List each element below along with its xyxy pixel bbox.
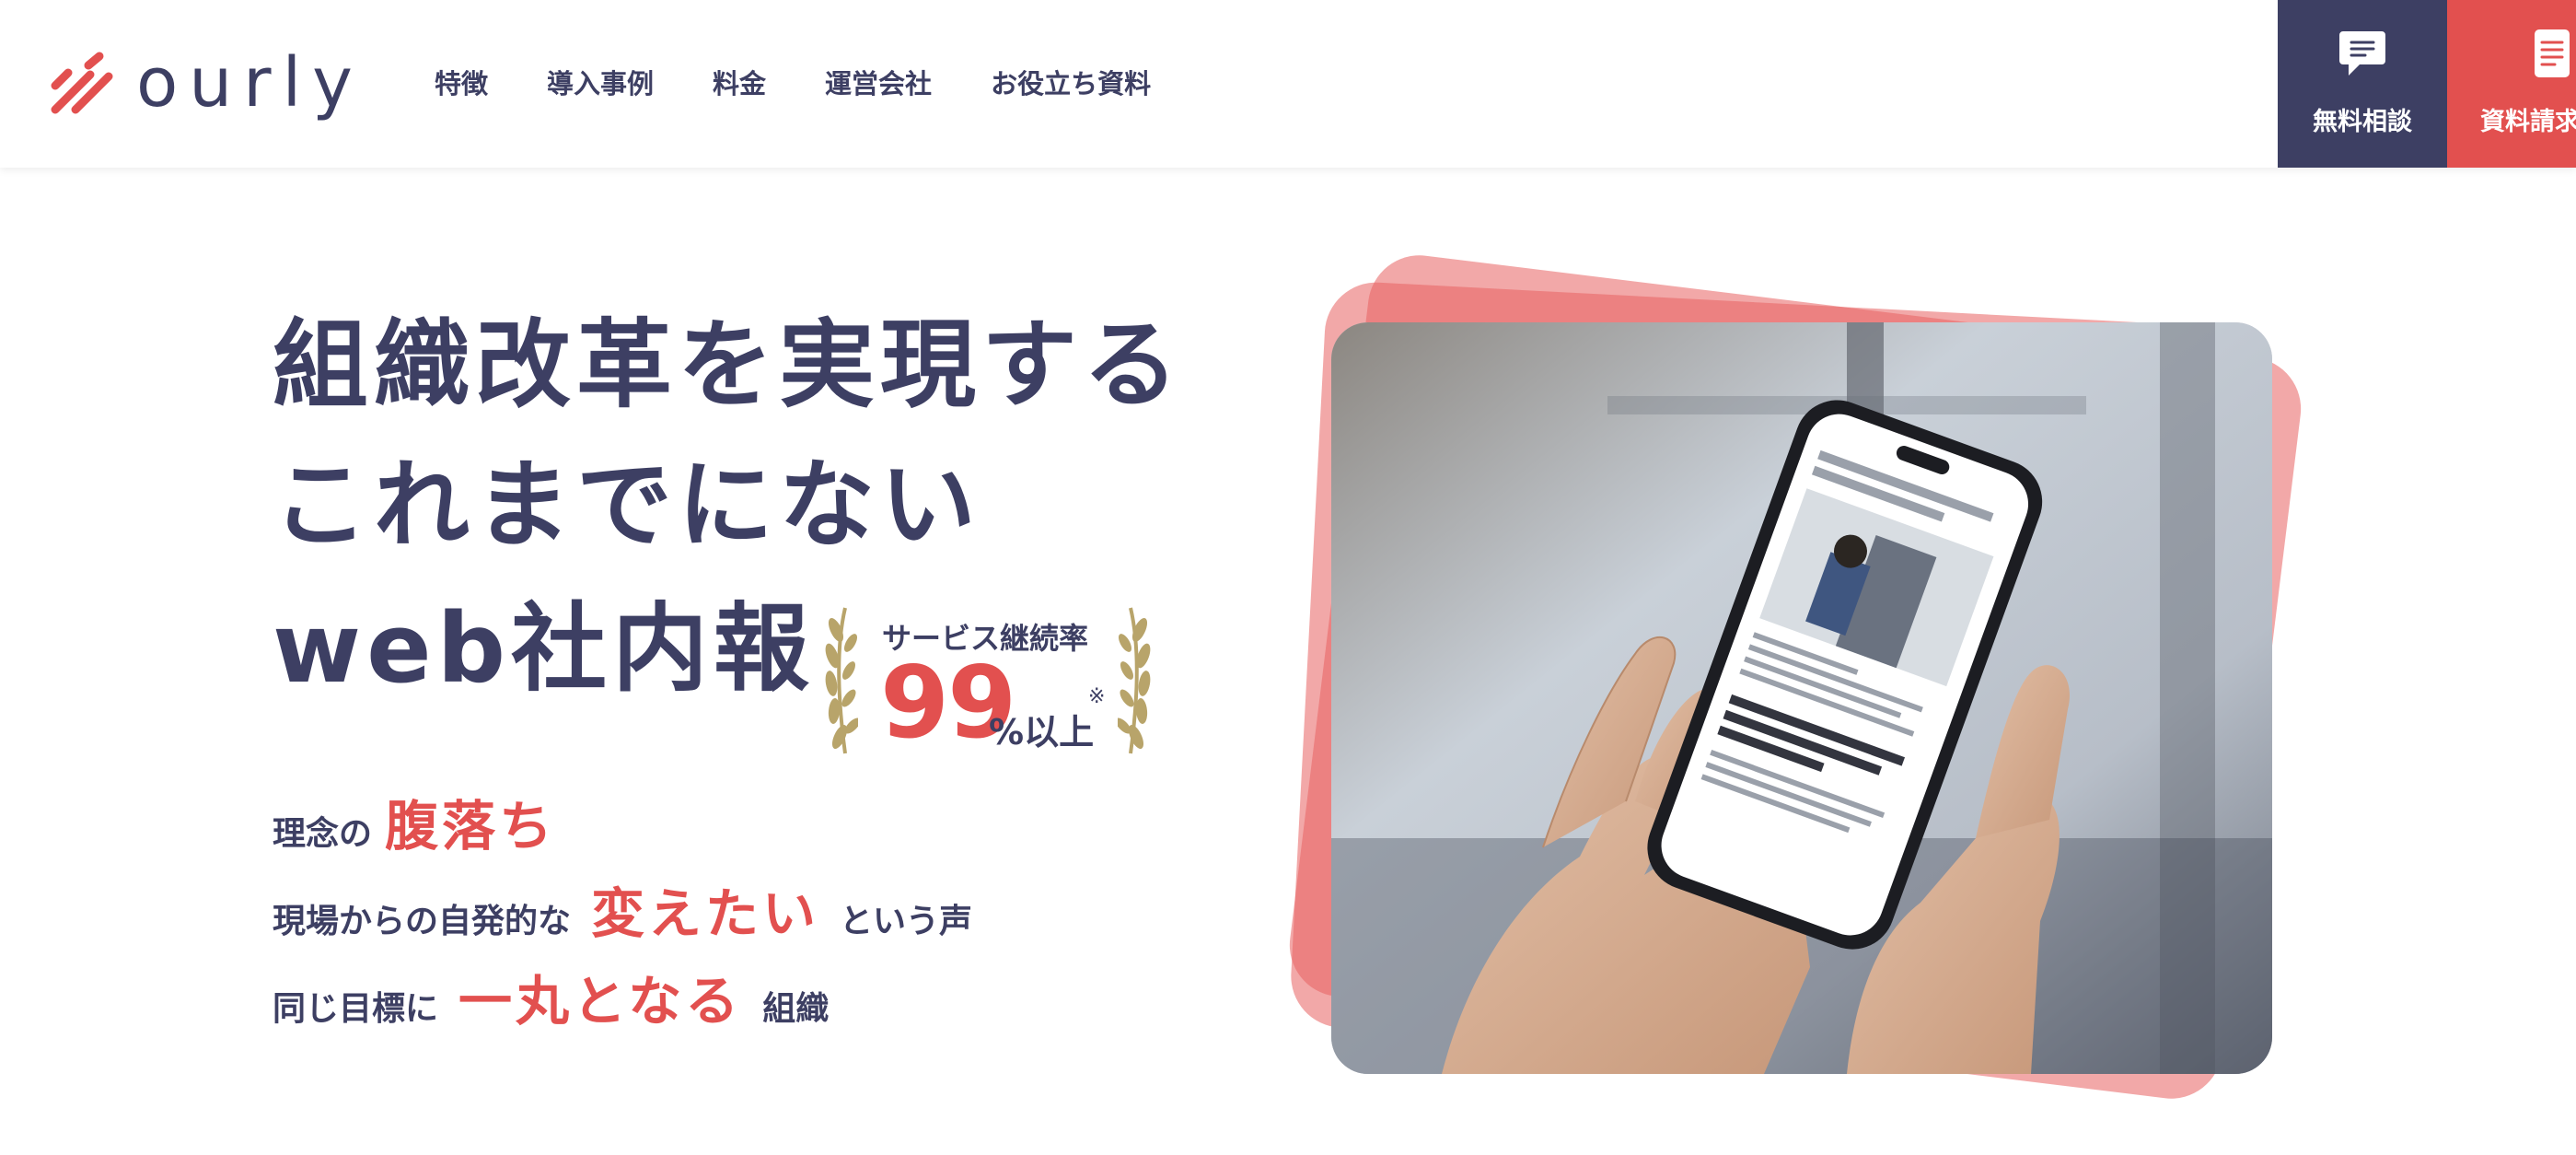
- phone-in-hands-illustration: [1331, 322, 2272, 1074]
- subcopy-line1: 理念の 腹落ち: [273, 783, 576, 860]
- subcopy2-post: という声: [840, 903, 973, 940]
- nav-company[interactable]: 運営会社: [825, 64, 932, 103]
- retention-badge: サービス継続率 99 %以上 ※: [818, 602, 1158, 770]
- document-icon: [2535, 29, 2570, 77]
- hero-headline-line3: web社内報: [273, 592, 816, 705]
- logo-text: ourly: [136, 43, 364, 122]
- subcopy-line3: 同じ目標に 一丸となる 組織: [273, 958, 829, 1035]
- logo-mark-icon: [51, 52, 113, 114]
- nav-resources[interactable]: お役立ち資料: [991, 64, 1151, 103]
- hero-headline-line1: 組織改革を実現する: [273, 309, 1185, 421]
- subcopy2-pre: 現場からの自発的な: [273, 903, 572, 940]
- main-nav: 特徴 導入事例 料金 運営会社 お役立ち資料: [435, 64, 1210, 103]
- subcopy3-emphasis: 一丸となる: [458, 970, 743, 1032]
- subcopy-line2: 現場からの自発的な 変えたい という声: [273, 870, 972, 948]
- nav-pricing[interactable]: 料金: [713, 64, 766, 103]
- free-consultation-label: 無料相談: [2313, 108, 2412, 136]
- laurel-left-icon: [825, 607, 858, 754]
- subcopy3-post: 組織: [762, 990, 830, 1028]
- hero-photo: [1331, 322, 2272, 1074]
- hero-headline-line2: これまでにない: [273, 449, 982, 561]
- subcopy2-emphasis: 変えたい: [591, 882, 820, 945]
- badge-footnote-mark: ※: [1088, 685, 1106, 708]
- free-consultation-button[interactable]: 無料相談: [2278, 0, 2447, 168]
- badge-unit: %以上: [989, 712, 1095, 752]
- nav-case-studies[interactable]: 導入事例: [547, 64, 654, 103]
- request-docs-label: 資料請求: [2480, 108, 2576, 136]
- site-header: ourly 特徴 導入事例 料金 運営会社 お役立ち資料 無料相談 資料請求: [0, 0, 2576, 168]
- request-docs-button[interactable]: 資料請求: [2447, 0, 2576, 168]
- laurel-right-icon: [1118, 607, 1151, 754]
- subcopy1-emphasis: 腹落ち: [385, 795, 557, 858]
- logo[interactable]: ourly: [48, 46, 364, 120]
- subcopy3-pre: 同じ目標に: [273, 990, 439, 1028]
- nav-features[interactable]: 特徴: [435, 64, 488, 103]
- subcopy1-pre: 理念の: [273, 815, 373, 853]
- chat-bubble-icon: [2339, 31, 2385, 76]
